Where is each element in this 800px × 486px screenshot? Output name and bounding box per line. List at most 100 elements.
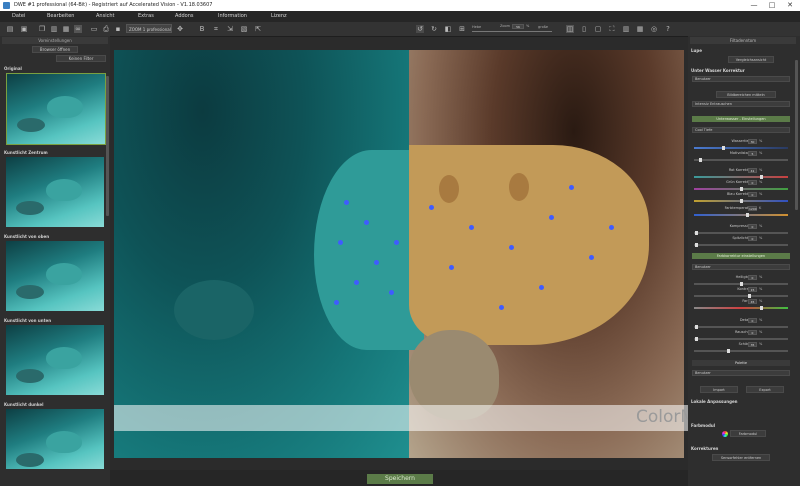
menu-bearbeiten[interactable]: Bearbeiten xyxy=(47,13,74,19)
filter-select[interactable]: Keinen Filter xyxy=(56,55,106,62)
green-slider[interactable] xyxy=(694,187,788,191)
compression-slider[interactable] xyxy=(694,231,788,235)
export-icon[interactable]: ⇱ xyxy=(254,25,262,33)
bold-icon[interactable]: B xyxy=(198,25,206,33)
denoise-dropdown[interactable]: Intensiv Entrauschen xyxy=(692,101,790,107)
lupe-section-title[interactable]: Lupe xyxy=(691,48,702,53)
slider-value[interactable]: 0 xyxy=(748,318,757,323)
noise-slider[interactable] xyxy=(694,337,788,341)
blue-slider[interactable] xyxy=(694,199,788,203)
preset-thumbnail-top[interactable] xyxy=(6,241,104,311)
zoom-unit: % xyxy=(526,24,530,28)
details-slider[interactable] xyxy=(694,325,788,329)
import-icon[interactable]: ⇲ xyxy=(226,25,234,33)
preset-thumbnail-bottom[interactable] xyxy=(6,325,104,395)
menu-lizenz[interactable]: Lizenz xyxy=(271,13,287,19)
color-preset-dropdown[interactable]: Benutzer xyxy=(692,264,790,270)
save-button[interactable]: Speichern xyxy=(367,474,433,484)
filter-panel-scrollbar[interactable] xyxy=(795,60,798,210)
slider-value[interactable]: 0 xyxy=(748,192,757,197)
sharpness-slider[interactable] xyxy=(694,349,788,353)
redo-icon[interactable]: ↻ xyxy=(430,25,438,33)
menu-addons[interactable]: Addons xyxy=(175,13,194,19)
browse-button[interactable]: Browser öffnen xyxy=(32,46,78,53)
crop-icon[interactable]: ⌗ xyxy=(212,25,220,33)
underwater-settings-bar[interactable]: Unterwasser - Einstellungen xyxy=(692,116,790,122)
depth-dropdown[interactable]: Cool Tiefe xyxy=(692,127,790,133)
slider-value[interactable]: 0 xyxy=(748,180,757,185)
save-icon[interactable]: ▣ xyxy=(20,25,28,33)
image-icon[interactable]: ▦ xyxy=(62,25,70,33)
zoom-icon[interactable]: ◎ xyxy=(650,25,658,33)
menu-extras[interactable]: Extras xyxy=(138,13,154,19)
local-adjustments-title[interactable]: Lokale Anpassungen xyxy=(691,399,738,404)
print-icon[interactable]: ▭ xyxy=(90,25,98,33)
color-module-button[interactable]: Farbmodul xyxy=(730,430,766,437)
import-button[interactable]: Import xyxy=(700,386,738,393)
water-depth-slider[interactable] xyxy=(694,146,788,150)
slider-value[interactable]: 45 xyxy=(748,299,757,304)
copy-icon[interactable]: ❐ xyxy=(38,25,46,33)
split-view-icon[interactable]: ◫ xyxy=(566,25,574,33)
preset-thumbnail-original[interactable] xyxy=(6,73,106,145)
paste-icon[interactable]: ▥ xyxy=(50,25,58,33)
zoom-preset-select[interactable]: ZOOM 1 professional xyxy=(126,24,172,33)
highlights-slider[interactable] xyxy=(694,243,788,247)
zoom-slider[interactable] xyxy=(472,31,552,32)
menu-ansicht[interactable]: Ansicht xyxy=(96,13,114,19)
temperature-slider[interactable] xyxy=(694,213,788,217)
average-button[interactable]: Bildbereichen mitteln xyxy=(716,91,776,98)
fullscreen-icon[interactable]: ⛶ xyxy=(608,25,616,33)
color-correction-bar[interactable]: Farbkorrektur einstellungen xyxy=(692,253,790,259)
slider-value[interactable]: 0 xyxy=(748,224,757,229)
preset-dropdown[interactable]: Benutzer xyxy=(692,76,790,82)
distance-slider[interactable] xyxy=(694,158,788,162)
fit-icon[interactable]: ⊞ xyxy=(458,25,466,33)
open-icon[interactable]: ▤ xyxy=(6,25,14,33)
corrections-title[interactable]: Korrekturen xyxy=(691,446,718,451)
slider-value[interactable]: 0 xyxy=(748,275,757,280)
slider-value[interactable]: 30 xyxy=(748,139,757,144)
underwater-section-title[interactable]: Unter Wasser Korrektur xyxy=(691,68,745,73)
remove-sensor-errors-button[interactable]: Sensorfehler entfernen xyxy=(712,454,770,461)
slider-value[interactable]: 15 xyxy=(748,287,757,292)
layout-icon[interactable]: ▥ xyxy=(622,25,630,33)
move-icon[interactable]: ✥ xyxy=(176,25,184,33)
close-button[interactable]: ✕ xyxy=(782,1,798,10)
red-slider[interactable] xyxy=(694,175,788,179)
compare-view-button[interactable]: Vergleichsansicht xyxy=(728,56,774,63)
preset-thumbnail-center[interactable] xyxy=(6,157,104,227)
palette-section-title[interactable]: Palette xyxy=(692,360,790,366)
presets-scrollbar[interactable] xyxy=(106,76,109,216)
zoom-value[interactable]: 56 xyxy=(512,24,524,29)
slider-value[interactable]: 0 xyxy=(748,236,757,241)
photo-icon[interactable]: ▧ xyxy=(240,25,248,33)
slider-value[interactable]: 0 xyxy=(748,330,757,335)
single-view-icon[interactable]: ▢ xyxy=(594,25,602,33)
brightness-slider[interactable] xyxy=(694,282,788,286)
palette-dropdown[interactable]: Benutzer xyxy=(692,370,790,376)
color-module-title[interactable]: Farbmodul xyxy=(691,423,715,428)
image-preview[interactable] xyxy=(114,50,684,458)
maximize-button[interactable]: □ xyxy=(764,1,780,10)
slider-value[interactable]: 1200 xyxy=(748,206,757,211)
slider-value[interactable]: 35 xyxy=(748,342,757,347)
menu-datei[interactable]: Datei xyxy=(12,13,25,19)
menu-information[interactable]: Information xyxy=(218,13,247,19)
export-button[interactable]: Export xyxy=(746,386,784,393)
printer-icon[interactable]: ⎙ xyxy=(102,25,110,33)
settings-icon[interactable]: ▪ xyxy=(114,25,122,33)
minimize-button[interactable]: — xyxy=(746,1,762,10)
compare-icon[interactable]: ◧ xyxy=(444,25,452,33)
contrast-slider[interactable] xyxy=(694,294,788,298)
link-icon[interactable]: ∞ xyxy=(74,25,82,33)
preset-thumbnail-dark[interactable] xyxy=(6,409,104,469)
slider-value[interactable]: 5 xyxy=(748,151,757,156)
saturation-slider[interactable] xyxy=(694,306,788,310)
slider-value[interactable]: 41 xyxy=(748,168,757,173)
history-icon[interactable]: ↺ xyxy=(416,25,424,33)
presets-header: Voreinstellungen xyxy=(2,37,108,44)
help-icon[interactable]: ? xyxy=(664,25,672,33)
grid-icon[interactable]: ▦ xyxy=(636,25,644,33)
side-by-side-icon[interactable]: ▯ xyxy=(580,25,588,33)
